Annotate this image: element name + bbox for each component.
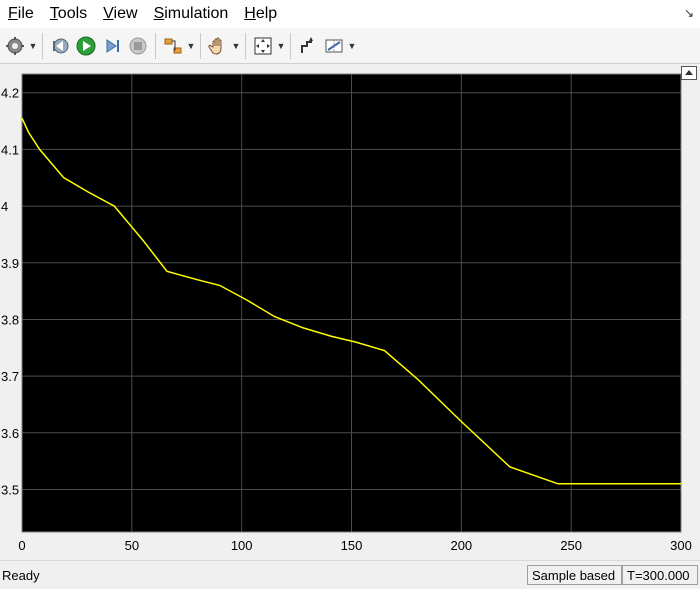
menu-help-mnemonic: H [244, 5, 256, 22]
x-tick-label: 100 [231, 538, 253, 553]
y-tick-label: 4.1 [1, 142, 19, 157]
settings-dropdown-icon[interactable]: ▼ [28, 33, 38, 59]
toolbar-separator [245, 32, 246, 59]
y-tick-label: 3.8 [1, 312, 19, 327]
menu-view-label: iew [113, 5, 138, 22]
pan-dropdown-icon[interactable]: ▼ [231, 33, 241, 59]
x-tick-label: 250 [560, 538, 582, 553]
menu-file[interactable]: File [0, 0, 42, 28]
menu-file-label: ile [17, 5, 34, 22]
x-tick-label: 150 [341, 538, 363, 553]
menu-bar: File Tools View Simulation Help ↘ [0, 0, 700, 28]
menu-file-mnemonic: F [8, 5, 18, 22]
menu-simulation[interactable]: Simulation [146, 0, 237, 28]
signal-dropdown-icon[interactable]: ▼ [186, 33, 196, 59]
menu-view-mnemonic: V [103, 5, 114, 22]
menu-help[interactable]: Help [236, 0, 285, 28]
y-tick-label: 4.2 [1, 86, 19, 101]
zoom-dropdown-icon[interactable]: ▼ [276, 33, 286, 59]
scope-display: 0 50 100 150 200 250 300 3.5 3.6 3.7 3.8 3.9 4 4.1 4.2 [0, 64, 700, 560]
toolbar-separator [42, 32, 43, 59]
x-tick-label: 200 [450, 538, 472, 553]
gear-icon[interactable] [2, 33, 28, 59]
toolbar-separator [155, 32, 156, 59]
run-icon[interactable] [73, 33, 99, 59]
menu-simulation-mnemonic: S [153, 5, 165, 22]
menu-simulation-label: imulation [164, 5, 229, 22]
sample-mode-indicator: Sample based [527, 565, 622, 585]
data-cursor-icon[interactable] [321, 33, 347, 59]
toolbar: ▼ ▼ ▼ ▼ ▼ [0, 28, 700, 64]
y-tick-label: 3.6 [1, 426, 19, 441]
menu-help-label: elp [255, 5, 278, 22]
x-tick-label: 300 [670, 538, 692, 553]
sim-time-indicator: T=300.000 [622, 565, 698, 585]
toolbar-separator [290, 32, 291, 59]
dock-arrow-icon[interactable]: ↘ [684, 6, 694, 20]
zoom-fit-icon[interactable] [250, 33, 276, 59]
cursor-measure-icon[interactable] [295, 33, 321, 59]
restore-layout-icon[interactable] [681, 66, 697, 80]
menu-tools[interactable]: Tools [42, 0, 95, 28]
signal-select-icon[interactable] [160, 33, 186, 59]
menu-view[interactable]: View [95, 0, 145, 28]
step-forward-icon[interactable] [99, 33, 125, 59]
status-bar: Ready Sample based T=300.000 [0, 560, 700, 589]
menu-tools-label: ools [57, 5, 88, 22]
pan-icon[interactable] [205, 33, 231, 59]
toolbar-separator [200, 32, 201, 59]
x-tick-label: 50 [125, 538, 139, 553]
step-back-icon[interactable] [47, 33, 73, 59]
y-tick-label: 4 [1, 199, 8, 214]
menu-tools-mnemonic: T [49, 5, 58, 22]
data-cursor-dropdown-icon[interactable]: ▼ [347, 33, 357, 59]
x-tick-label: 0 [18, 538, 25, 553]
status-text: Ready [2, 568, 40, 583]
stop-icon[interactable] [125, 33, 151, 59]
y-tick-label: 3.5 [1, 482, 19, 497]
y-tick-label: 3.7 [1, 369, 19, 384]
y-tick-label: 3.9 [1, 256, 19, 271]
scope-plot[interactable]: 0 50 100 150 200 250 300 3.5 3.6 3.7 3.8 3.9 4 4.1 4.2 [0, 64, 700, 560]
